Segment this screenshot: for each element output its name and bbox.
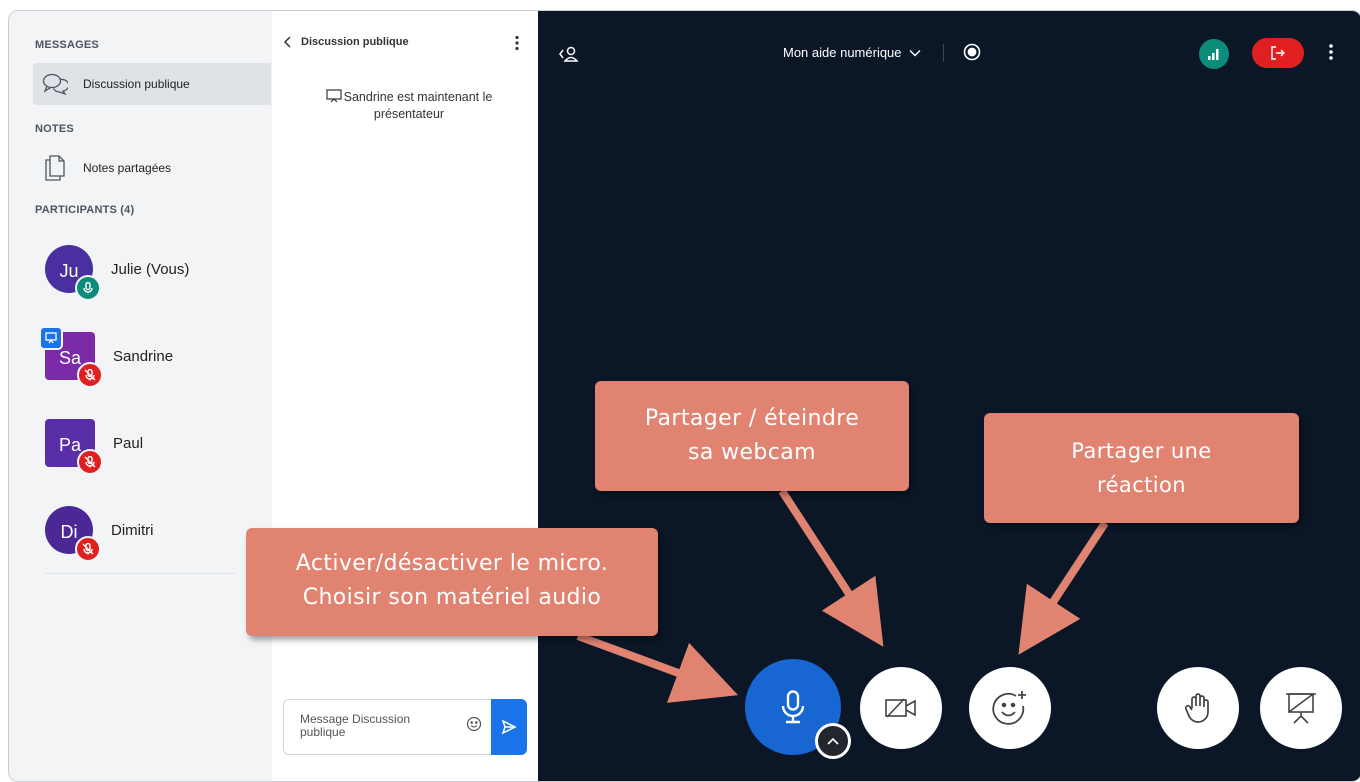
avatar: Di (45, 506, 101, 562)
chat-message-input[interactable]: Message Discussion publique (283, 699, 493, 755)
reaction-button[interactable] (969, 667, 1051, 749)
chevron-down-icon (909, 49, 921, 56)
participant-julie[interactable]: Ju Julie (Vous) (45, 241, 245, 301)
presentation-button[interactable] (1260, 667, 1342, 749)
mic-muted-icon (77, 362, 103, 388)
divider (45, 573, 235, 574)
chevron-up-icon (827, 737, 839, 745)
system-message-text: Sandrine est maintenant le présentateur (343, 90, 493, 121)
annotation-line: sa webcam (687, 440, 817, 465)
users-panel-icon (559, 46, 579, 62)
chevron-left-icon (283, 36, 291, 48)
chat-panel: Discussion publique Sandrine est mainten… (272, 11, 538, 781)
leave-meeting-button[interactable] (1252, 38, 1304, 68)
annotation-line: Partager une (1071, 439, 1212, 463)
send-icon (501, 719, 517, 735)
connection-status-button[interactable] (1199, 39, 1229, 69)
logout-icon (1271, 46, 1285, 60)
record-button[interactable] (963, 43, 981, 66)
participants-section-title: PARTICIPANTS (4) (35, 204, 135, 216)
participant-name: Dimitri (111, 521, 154, 539)
toggle-user-list-button[interactable] (558, 45, 580, 68)
options-menu-button[interactable] (1328, 43, 1334, 66)
signal-bars-icon (1208, 49, 1219, 60)
participant-sandrine[interactable]: Sa Sandrine (39, 326, 245, 388)
avatar: Ju (45, 245, 101, 301)
annotation-line: Choisir son matériel audio (302, 585, 602, 610)
meeting-title-dropdown[interactable]: Mon aide numérique (783, 45, 921, 60)
chat-back-button[interactable]: Discussion publique (282, 35, 409, 49)
send-button[interactable] (491, 699, 527, 755)
sidebar-item-label: Notes partagées (83, 161, 172, 175)
sidebar-item-shared-notes[interactable]: Notes partagées (33, 147, 271, 189)
participant-paul[interactable]: Pa Paul (45, 415, 245, 475)
participant-name: Paul (113, 434, 144, 452)
participant-name: Julie (Vous) (111, 260, 190, 278)
record-icon (963, 43, 981, 61)
reaction-annotation: Partager une réaction (984, 413, 1299, 523)
emoji-icon[interactable] (466, 716, 482, 737)
camera-off-icon (885, 698, 916, 718)
annotation-line: Activer/désactiver le micro. (295, 551, 609, 576)
avatar: Sa (39, 326, 103, 388)
raise-hand-icon (1184, 693, 1209, 723)
sidebar: MESSAGES Discussion publique NOTES Notes… (9, 11, 273, 781)
more-vertical-icon (1329, 44, 1333, 60)
annotation-line: Partager / éteindre (644, 406, 860, 431)
chat-input-placeholder: Message Discussion publique (300, 712, 411, 739)
notes-section-title: NOTES (35, 123, 74, 135)
mic-on-icon (75, 275, 101, 301)
annotation-line: réaction (1097, 473, 1186, 497)
participant-name: Sandrine (113, 347, 174, 365)
chat-options-button[interactable] (514, 35, 520, 56)
participant-dimitri[interactable]: Di Dimitri (45, 502, 245, 562)
meeting-title: Mon aide numérique (783, 45, 902, 60)
microphone-icon (781, 690, 805, 724)
mic-muted-icon (75, 536, 101, 562)
chat-title: Discussion publique (301, 36, 409, 48)
webcam-toggle-button[interactable] (860, 667, 942, 749)
mic-annotation: Activer/désactiver le micro. Choisir son… (246, 528, 658, 636)
more-vertical-icon (515, 35, 519, 51)
messages-section-title: MESSAGES (35, 39, 99, 51)
sidebar-item-label: Discussion publique (83, 77, 190, 91)
chat-bubbles-icon (41, 70, 69, 98)
presentation-icon (326, 89, 342, 103)
webcam-annotation: Partager / éteindre sa webcam (595, 381, 909, 491)
presentation-off-icon (1286, 693, 1316, 724)
audio-settings-button[interactable] (815, 723, 851, 759)
notes-document-icon (41, 154, 69, 182)
mic-muted-icon (77, 449, 103, 475)
raise-hand-button[interactable] (1157, 667, 1239, 749)
system-message: Sandrine est maintenant le présentateur (314, 89, 504, 123)
emoji-add-icon (992, 691, 1026, 725)
presenter-icon (39, 326, 63, 350)
avatar: Pa (45, 419, 103, 475)
sidebar-item-public-chat[interactable]: Discussion publique (33, 63, 271, 105)
divider (943, 44, 944, 62)
